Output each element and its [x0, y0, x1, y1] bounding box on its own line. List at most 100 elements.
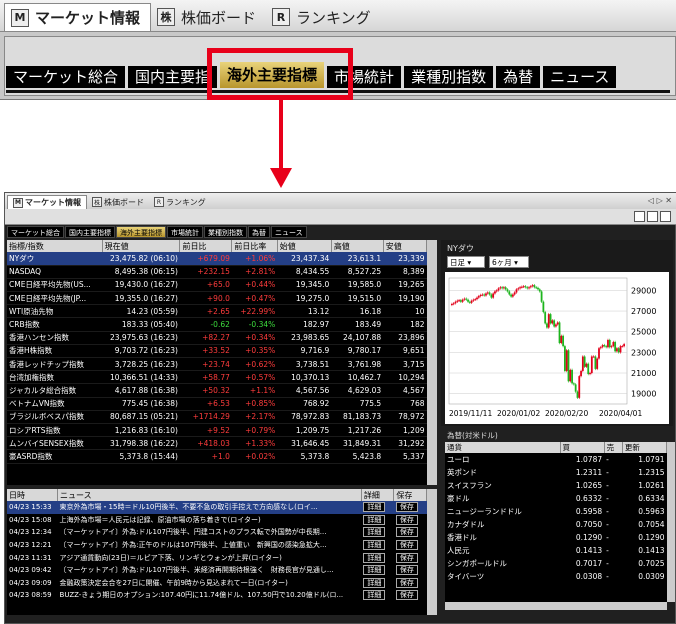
table-row[interactable]: ベトナムVN指数 775.45 (16:38) +6.53 +0.85% 768.92 7…: [7, 397, 427, 411]
save-button[interactable]: 保存: [395, 527, 418, 538]
subtab-fx[interactable]: 為替: [248, 226, 270, 238]
subtab-domestic[interactable]: 国内主要指標: [65, 226, 115, 238]
list-item[interactable]: 04/23 12:34 〔マーケットアイ〕外為:ドル107円後半、円建コストのプラ…: [7, 526, 427, 539]
candle-body: [596, 358, 599, 369]
currency-dash: -: [606, 533, 609, 542]
zoom-tab-stock-board[interactable]: 株 株価ボード: [151, 3, 266, 31]
detail-button[interactable]: 詳細: [363, 540, 386, 551]
list-item[interactable]: 04/23 12:21 〔マーケットアイ〕外為:正午のドルは107円後半、上値重い…: [7, 539, 427, 552]
detail-button[interactable]: 詳細: [363, 590, 386, 601]
subtab-sector[interactable]: 業種別指数: [204, 226, 247, 238]
index-open: 13.12: [277, 304, 332, 319]
list-item[interactable]: 04/23 15:33 東京外為市場・15時＝ドル10円後半、不要不急の取引手控え…: [7, 501, 427, 514]
window-icon[interactable]: [660, 211, 671, 222]
candle-body: [587, 363, 590, 375]
table-row[interactable]: CME日経平均先物(US... 19,430.0 (16:27) +65.0 +0.4…: [7, 278, 427, 293]
zoom-tab-ranking[interactable]: R ランキング: [266, 3, 381, 31]
column-header: 詳細: [361, 489, 395, 501]
window-controls[interactable]: ◁ ▷ ✕: [648, 196, 672, 205]
table-row[interactable]: 香港レッドチップ指数 3,728.25 (16:23) +23.74 +0.62% 3,…: [7, 357, 427, 372]
detail-button[interactable]: 詳細: [363, 552, 386, 563]
table-row[interactable]: WTI原油先物 14.23 (05:59) +2.65 +22.99% 13.12 16.…: [7, 304, 427, 319]
zoom-subtab-sector[interactable]: 業種別指数: [404, 66, 494, 88]
subtab-overseas[interactable]: 海外主要指標: [116, 226, 166, 238]
save-button[interactable]: 保存: [395, 590, 418, 601]
range-select[interactable]: 6ヶ月 ▾: [489, 256, 529, 268]
table-row[interactable]: 香港H株指数 9,703.72 (16:23) +33.52 +0.35% 9,716.…: [7, 344, 427, 359]
layout-icon[interactable]: [647, 211, 658, 222]
detail-button[interactable]: 詳細: [363, 527, 386, 538]
index-price: 775.45 (16:38): [102, 397, 180, 411]
index-open: 3,738.51: [277, 357, 332, 372]
fx-scrollbar[interactable]: [667, 442, 675, 602]
table-row[interactable]: 台湾加権指数 10,366.51 (14:33) +58.77 +0.57% 10,37…: [7, 370, 427, 385]
news-detail-cell: 詳細: [361, 577, 394, 590]
list-item[interactable]: 04/23 09:42 〔マーケットアイ〕外為:ドル107円後半、米経済再開期待根…: [7, 564, 427, 577]
index-high: 19,585.0: [331, 278, 384, 293]
app-window: M マーケット情報 株 株価ボード R ランキング ◁ ▷ ✕ マーケット総合 …: [4, 192, 676, 624]
currency-buy: 0.5958: [575, 507, 603, 516]
table-row[interactable]: ユーロ 1.0787- 1.0791: [445, 453, 667, 466]
table-row[interactable]: NASDAQ 8,495.38 (06:15) +232.15 +2.81% 8,434…: [7, 265, 427, 279]
candle-body: [497, 288, 500, 291]
candle-body: [477, 296, 480, 298]
tab-stock-board[interactable]: 株 株価ボード: [87, 195, 149, 209]
tab-market-info[interactable]: M マーケット情報: [7, 195, 87, 209]
list-item[interactable]: 04/23 09:09 金融政策決定会合を27日に開催、午前9時から見込まれて一日…: [7, 577, 427, 590]
detail-button[interactable]: 詳細: [363, 577, 386, 588]
table-row[interactable]: 豪ASRD指数 5,373.8 (15:44) +1.0 +0.02% 5,373.8 5…: [7, 449, 427, 464]
index-name: NYダウ: [7, 252, 103, 266]
news-headline: 〔マーケットアイ〕外為:ドル107円後半、米経済再開期待根強く 財務長官が見通し…: [59, 566, 334, 575]
save-button[interactable]: 保存: [395, 552, 418, 563]
index-low: 3,715: [383, 357, 427, 372]
table-row[interactable]: ニュージーランドドル 0.5958- 0.5963: [445, 505, 667, 518]
zoom-subtab-news[interactable]: ニュース: [543, 66, 617, 88]
save-button[interactable]: 保存: [395, 540, 418, 551]
table-row[interactable]: ムンバイSENSEX指数 31,798.38 (16:22) +418.03 +1.3…: [7, 436, 427, 451]
list-item[interactable]: 04/23 08:59 BUZZ-きょう期日のオプション:107.40円に11.7…: [7, 589, 427, 602]
detail-button[interactable]: 詳細: [363, 502, 386, 513]
detail-button[interactable]: 詳細: [363, 565, 386, 576]
table-row[interactable]: ロシアRTS指数 1,216.83 (16:10) +9.52 +0.79% 1,209…: [7, 423, 427, 438]
detail-button[interactable]: 詳細: [363, 514, 386, 525]
indices-scrollbar[interactable]: [427, 240, 437, 485]
candle-body: [576, 391, 579, 398]
index-price: 1,216.83 (16:10): [102, 423, 180, 438]
tab-ranking[interactable]: R ランキング: [149, 195, 211, 209]
table-row[interactable]: タイバーツ 0.0308- 0.0309: [445, 570, 667, 583]
table-row[interactable]: スイスフラン 1.0265- 1.0261: [445, 479, 667, 492]
save-button[interactable]: 保存: [395, 502, 418, 513]
table-row[interactable]: ブラジルボベスパ指数 80,687.15 (05:21) +1714.29 +2.17…: [7, 410, 427, 424]
fx-hscrollbar[interactable]: [445, 602, 667, 610]
subtab-market-stats[interactable]: 市場統計: [167, 226, 203, 238]
settings-icon[interactable]: [634, 211, 645, 222]
subtab-market-summary[interactable]: マーケット総合: [7, 226, 64, 238]
table-row[interactable]: カナダドル 0.7050- 0.7054: [445, 518, 667, 531]
news-scrollbar[interactable]: [427, 489, 437, 615]
currency-name: ユーロ: [447, 455, 470, 464]
subtab-news[interactable]: ニュース: [271, 226, 307, 238]
table-row[interactable]: 香港ハンセン指数 23,975.63 (16:23) +82.27 +0.34% 23,…: [7, 331, 427, 345]
index-open: 9,716.9: [277, 344, 332, 359]
save-button[interactable]: 保存: [395, 577, 418, 588]
index-change-pct: +0.85%: [231, 397, 278, 411]
period-select[interactable]: 日足 ▾: [447, 256, 485, 268]
table-row[interactable]: 英ポンド 1.2311- 1.2315: [445, 466, 667, 479]
table-row[interactable]: シンガポールドル 0.7017- 0.7025: [445, 557, 667, 570]
zoom-subtab-fx[interactable]: 為替: [496, 66, 541, 88]
list-item[interactable]: 04/23 15:08 上海外為市場＝人民元は記録、原油市場の落ち着きで(ロイター…: [7, 514, 427, 527]
zoom-tab-market-info[interactable]: M マーケット情報: [4, 3, 152, 31]
table-row[interactable]: CRB指数 183.33 (05:40) -0.62 -0.34% 182.97 183.…: [7, 317, 427, 332]
table-row[interactable]: 豪ドル 0.6332- 0.6334: [445, 492, 667, 505]
save-button[interactable]: 保存: [395, 565, 418, 576]
save-button[interactable]: 保存: [395, 514, 418, 525]
table-row[interactable]: NYダウ 23,475.82 (06:10) +679.09 +1.06% 23,437…: [7, 252, 427, 266]
list-item[interactable]: 04/23 11:31 アジア通貨動向(23日)＝ルピア下落、リンギとウォンが上昇…: [7, 551, 427, 564]
currency-dash: -: [606, 507, 609, 516]
table-row[interactable]: CME日経平均先物(JP... 19,355.0 (16:27) +90.0 +0.4…: [7, 291, 427, 306]
table-row[interactable]: ジャカルタ総合指数 4,617.88 (16:38) +50.32 +1.1% 4,56…: [7, 383, 427, 398]
zoom-subtab-domestic[interactable]: 国内主要指: [128, 66, 218, 88]
table-row[interactable]: 香港ドル 0.1290-0.1290: [445, 531, 667, 544]
zoom-subtab-market-summary[interactable]: マーケット総合: [6, 66, 126, 88]
table-row[interactable]: 人民元 0.1413-0.1413: [445, 544, 667, 557]
